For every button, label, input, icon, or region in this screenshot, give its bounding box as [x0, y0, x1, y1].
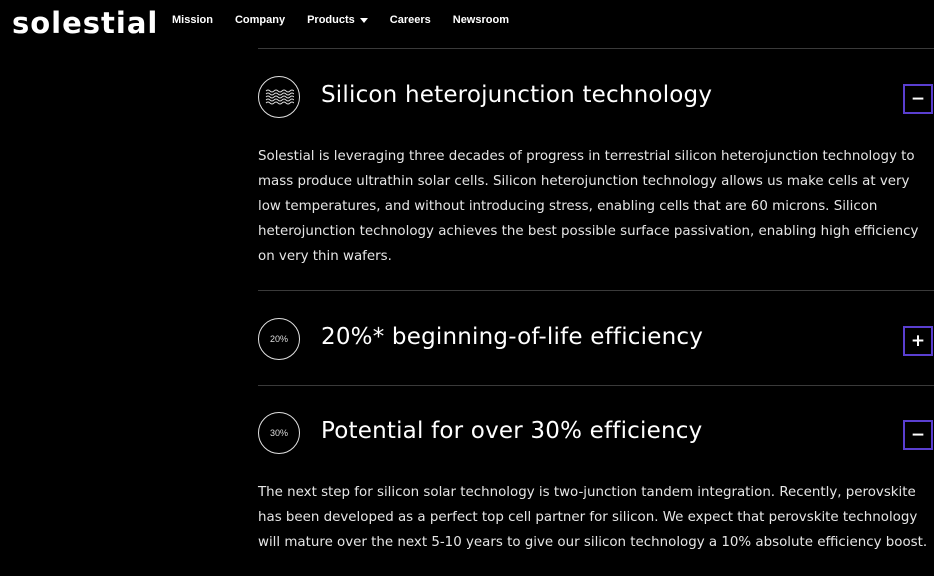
nav-link-company[interactable]: Company	[235, 14, 285, 26]
collapse-button[interactable]: −	[903, 420, 933, 450]
expand-button[interactable]: +	[903, 326, 933, 356]
collapse-button[interactable]: −	[903, 84, 933, 114]
accordion-body: The next step for silicon solar technolo…	[258, 485, 928, 550]
nav-link-products-label: Products	[307, 14, 355, 26]
divider	[258, 385, 934, 386]
nav-link-mission[interactable]: Mission	[172, 14, 213, 26]
accordion-item-potential[interactable]: 30% Potential for over 30% efficiency −	[258, 412, 934, 458]
accordion-item-heterojunction[interactable]: Silicon heterojunction technology −	[258, 76, 934, 122]
accordion-title: Potential for over 30% efficiency	[321, 418, 703, 444]
nav-links: Mission Company Products Careers Newsroo…	[172, 14, 531, 26]
accordion-title: 20%* beginning-of-life efficiency	[321, 324, 704, 350]
accordion-body: Solestial is leveraging three decades of…	[258, 149, 919, 264]
wavy-lines-icon-svg	[265, 89, 294, 105]
divider	[258, 48, 934, 49]
top-nav: solestial Mission Company Products Caree…	[0, 0, 934, 44]
solestial-logo[interactable]: solestial	[12, 8, 158, 38]
nav-link-careers[interactable]: Careers	[390, 14, 431, 26]
chevron-down-icon	[359, 18, 368, 23]
percent-badge: 30%	[258, 412, 300, 454]
wavy-lines-icon	[258, 76, 300, 118]
accordion-title: Silicon heterojunction technology	[321, 82, 713, 108]
divider	[258, 290, 934, 291]
percent-badge: 20%	[258, 318, 300, 360]
accordion-item-beginning-of-life[interactable]: 20% 20%* beginning-of-life efficiency +	[258, 318, 934, 364]
nav-link-products[interactable]: Products	[307, 14, 368, 26]
nav-link-newsroom[interactable]: Newsroom	[453, 14, 509, 26]
